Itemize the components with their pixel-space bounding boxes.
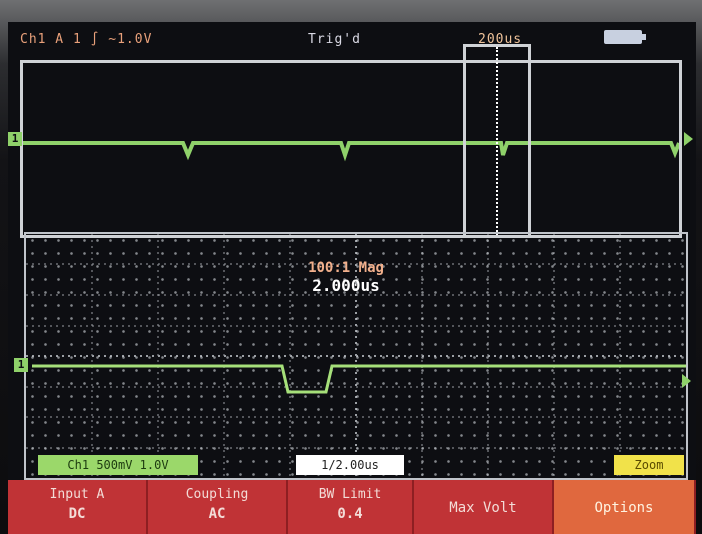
softkey-bw-limit-label: BW Limit [318, 487, 382, 502]
softkey-input-value: DC [68, 506, 86, 522]
overview-trace [23, 141, 679, 162]
trigger-info: Ch1 A 1 ∫ ~1.0V [20, 32, 153, 47]
battery-icon [604, 30, 646, 44]
acquisition-status: Trig'd [308, 32, 361, 47]
trigger-position-line [496, 47, 498, 235]
zoom-time-per-div: 2.000us [312, 276, 380, 295]
trigger-level-arrow-icon[interactable] [684, 132, 693, 146]
softkey-bw-limit-value: 0.4 [337, 506, 363, 522]
zoom-window-indicator[interactable] [463, 44, 531, 238]
channel-1-marker-icon[interactable]: 1 [8, 132, 22, 146]
zoom-trigger-arrow-icon[interactable] [682, 374, 691, 388]
status-bar: Ch1 A 1 ∫ ~1.0V Trig'd 200us [8, 22, 696, 62]
softkey-options-label: Options [594, 500, 654, 516]
overview-waveform-panel [20, 60, 682, 238]
softkey-input-label: Input A [49, 487, 105, 502]
oscilloscope-screen: Ch1 A 1 ∫ ~1.0V Trig'd 200us 1 1 100:1 M… [8, 22, 696, 534]
softkey-options[interactable]: Options [554, 480, 696, 534]
softkey-input[interactable]: Input A DC [8, 480, 148, 534]
softkey-bw-limit[interactable]: BW Limit 0.4 [288, 480, 414, 534]
channel-1-zoom-marker-icon[interactable]: 1 [14, 358, 28, 372]
zoom-ratio: 100:1 Mag [308, 260, 384, 276]
zoom-mode-badge[interactable]: Zoom [614, 455, 684, 475]
softkey-max-volt-label: Max Volt [449, 500, 517, 516]
zoom-timebase-readout: 1/2.00us [296, 455, 404, 475]
softkey-bar: Input A DC Coupling AC BW Limit 0.4 Max … [8, 480, 696, 534]
softkey-coupling-label: Coupling [185, 487, 249, 502]
softkey-coupling[interactable]: Coupling AC [148, 480, 288, 534]
softkey-coupling-value: AC [208, 506, 226, 522]
channel-scale-readout: Ch1 500mV 1.0V [38, 455, 198, 475]
softkey-max-volt[interactable]: Max Volt [414, 480, 554, 534]
zoom-info: 100:1 Mag 2.000us [276, 260, 416, 295]
